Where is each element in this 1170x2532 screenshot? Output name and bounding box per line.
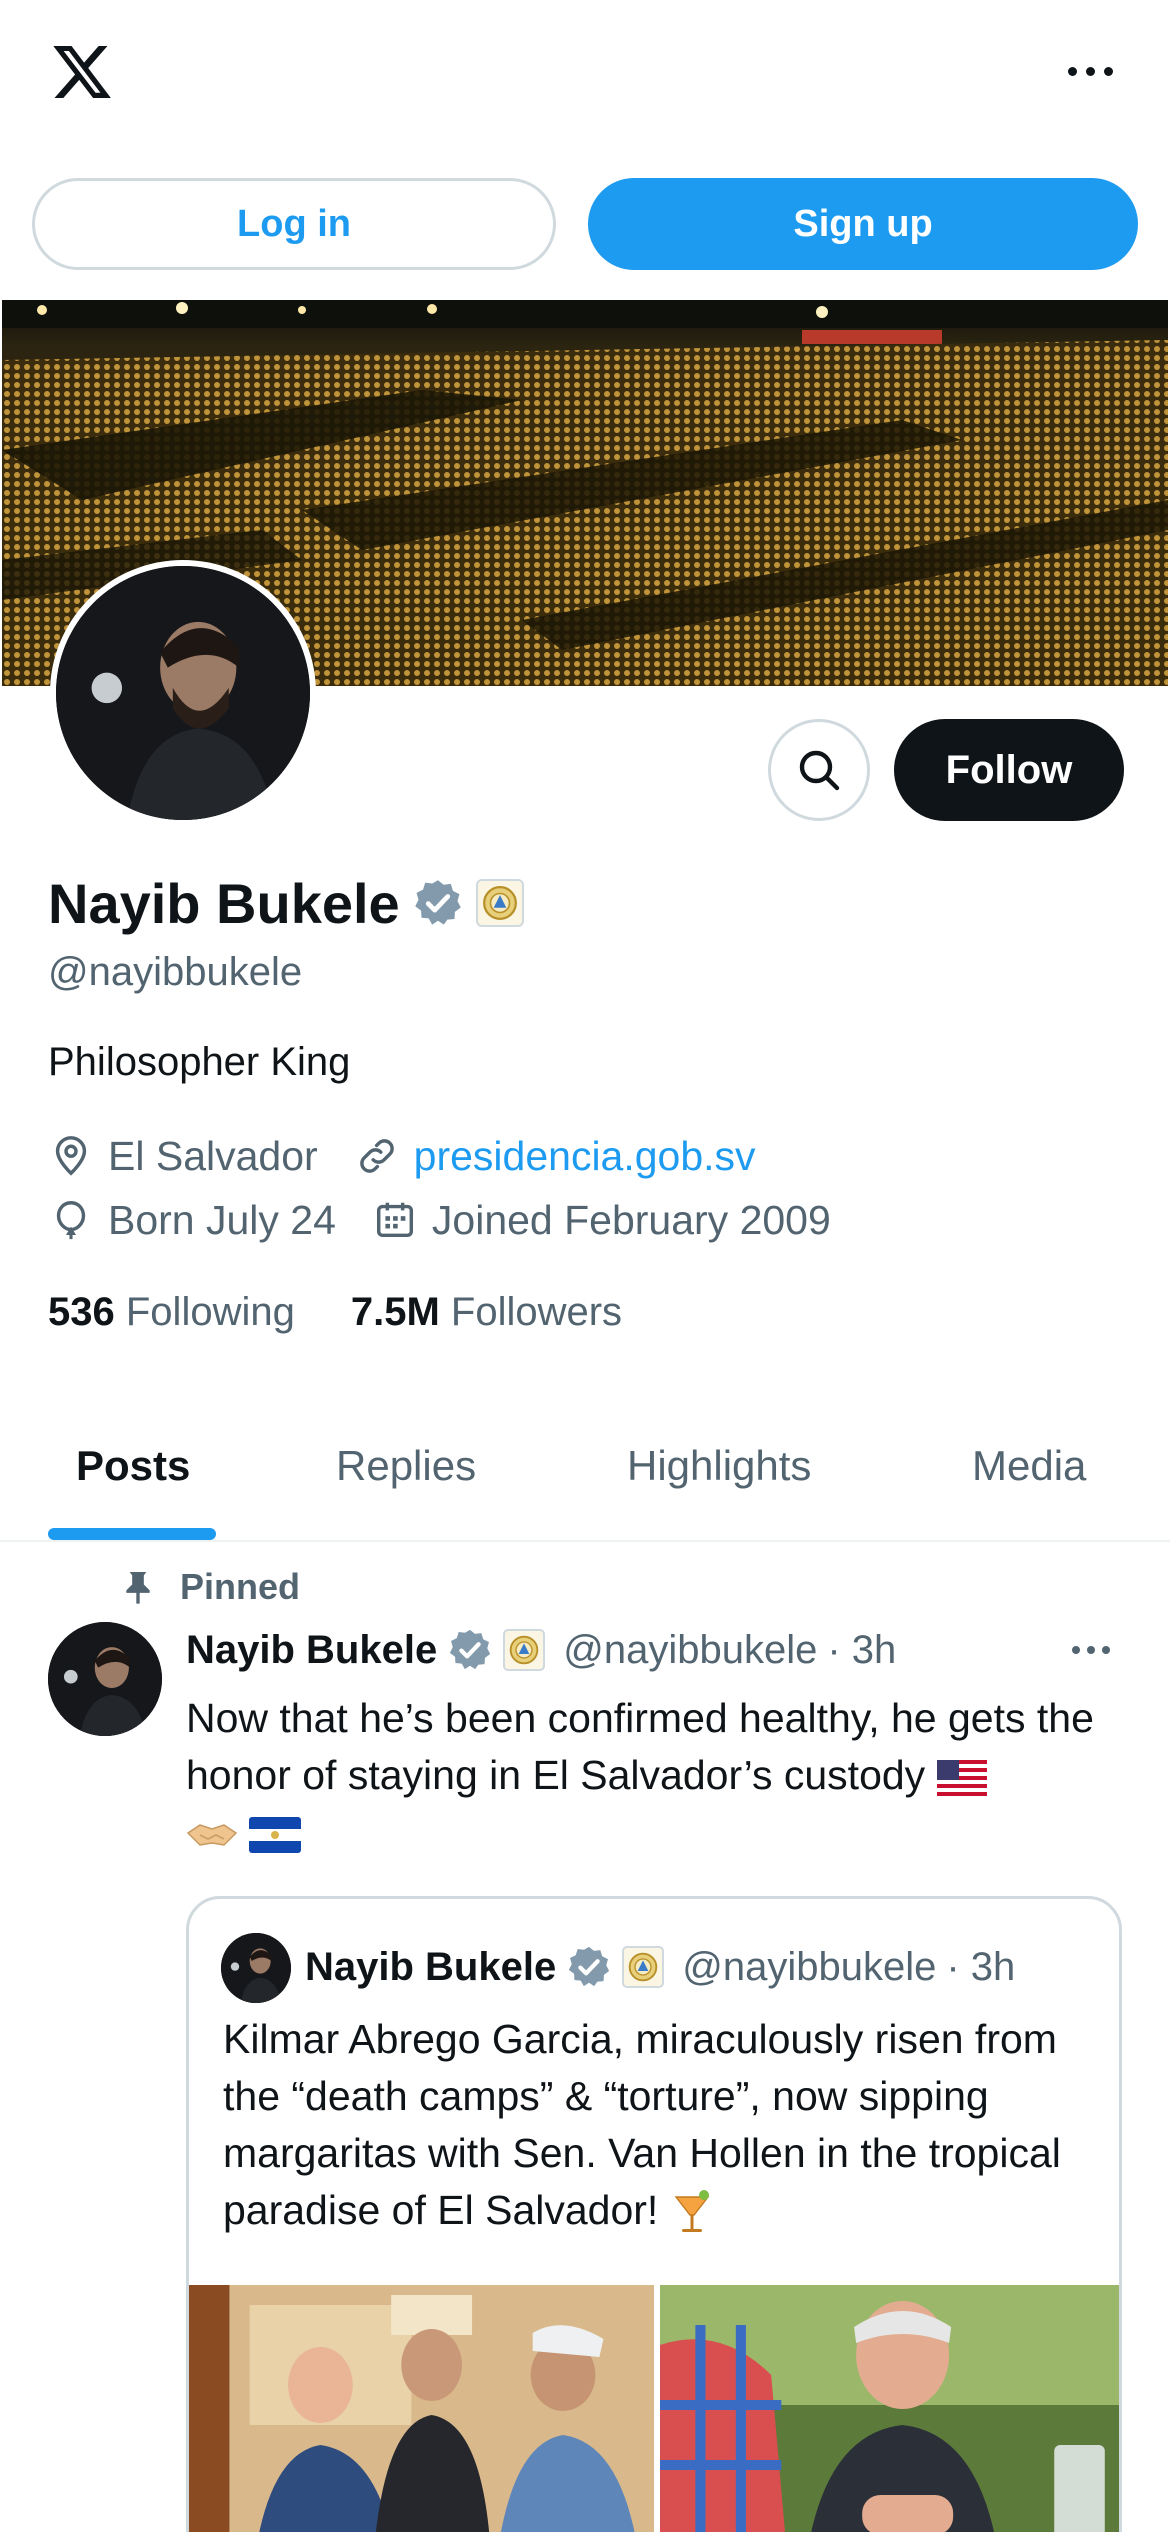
quoted-tweet[interactable]: Nayib Bukele @nayibbukele · 3h Kilmar Ab… bbox=[186, 1896, 1122, 2532]
profile-location: El Salvador bbox=[108, 1132, 318, 1179]
followers-label: Followers bbox=[450, 1290, 623, 1334]
profile-birthday: Born July 24 bbox=[108, 1196, 336, 1243]
media-photo-1[interactable] bbox=[189, 2285, 654, 2532]
tweet-more-icon[interactable] bbox=[1072, 1640, 1122, 1660]
profile-meta-row-1: El Salvador presidencia.gob.sv bbox=[48, 1128, 792, 1184]
followers-count: 7.5M bbox=[350, 1290, 440, 1334]
profile-bio: Philosopher King bbox=[48, 1040, 351, 1084]
government-affiliation-badge-icon[interactable] bbox=[503, 1629, 546, 1671]
handshake-icon bbox=[186, 1824, 238, 1846]
quoted-tweet-body: Kilmar Abrego Garcia, miraculously risen… bbox=[223, 2016, 1061, 2233]
quoted-tweet-text: Kilmar Abrego Garcia, miraculously risen… bbox=[223, 2011, 1083, 2239]
government-affiliation-badge-icon bbox=[622, 1946, 665, 1988]
sign-up-button[interactable]: Sign up bbox=[588, 178, 1138, 270]
following-count: 536 bbox=[48, 1290, 115, 1334]
location-icon bbox=[55, 1136, 87, 1176]
quoted-tweet-time: · 3h bbox=[946, 1944, 1016, 1989]
verified-badge-icon bbox=[569, 1946, 610, 1987]
pin-icon bbox=[126, 1572, 150, 1604]
us-flag-icon bbox=[936, 1760, 987, 1797]
quoted-author-handle: @nayibbukele bbox=[682, 1944, 937, 1989]
tab-posts[interactable]: Posts bbox=[76, 1442, 190, 1490]
verified-badge-icon[interactable] bbox=[412, 877, 464, 929]
quoted-tweet-header: Nayib Bukele @nayibbukele · 3h bbox=[305, 1937, 1015, 1997]
top-bar bbox=[0, 0, 1170, 150]
profile-handle: @nayibbukele bbox=[48, 950, 303, 994]
quoted-tweet-avatar bbox=[221, 1933, 291, 2003]
tweet-time[interactable]: · 3h bbox=[827, 1628, 896, 1673]
tweet-header: Nayib Bukele @nayibbukele · 3h bbox=[186, 1620, 896, 1680]
follow-button[interactable]: Follow bbox=[894, 719, 1124, 821]
x-logo-icon[interactable] bbox=[48, 40, 116, 104]
tweet-text: Now that he’s been confirmed healthy, he… bbox=[186, 1690, 1106, 1861]
log-in-button[interactable]: Log in bbox=[32, 178, 556, 270]
calendar-icon bbox=[376, 1202, 413, 1238]
tab-highlights[interactable]: Highlights bbox=[627, 1442, 811, 1490]
media-photo-2[interactable] bbox=[660, 2285, 1119, 2532]
quoted-tweet-media bbox=[189, 2285, 1119, 2532]
pinned-label: Pinned bbox=[180, 1566, 301, 1607]
link-icon bbox=[359, 1139, 394, 1173]
active-tab-indicator bbox=[48, 1528, 216, 1540]
balloon-icon bbox=[56, 1201, 86, 1240]
following-label: Following bbox=[125, 1290, 295, 1334]
tweet-avatar[interactable] bbox=[48, 1622, 162, 1736]
el-salvador-flag-icon bbox=[249, 1817, 302, 1854]
search-icon bbox=[799, 750, 840, 791]
tweet-author-name[interactable]: Nayib Bukele bbox=[186, 1628, 437, 1673]
verified-badge-icon[interactable] bbox=[447, 1627, 493, 1673]
tab-replies[interactable]: Replies bbox=[336, 1442, 476, 1490]
government-affiliation-badge-icon[interactable] bbox=[475, 879, 524, 927]
following-link[interactable]: 536 Following bbox=[48, 1290, 295, 1335]
profile-name: Nayib Bukele bbox=[48, 871, 400, 935]
quoted-author-name: Nayib Bukele bbox=[305, 1944, 557, 1989]
profile-meta-row-2: Born July 24 Joined February 2009 bbox=[48, 1192, 867, 1248]
profile-website-link[interactable]: presidencia.gob.sv bbox=[414, 1133, 756, 1180]
search-button[interactable] bbox=[768, 719, 870, 821]
profile-joined: Joined February 2009 bbox=[431, 1196, 831, 1243]
followers-link[interactable]: 7.5M Followers bbox=[351, 1290, 622, 1335]
pinned-indicator: Pinned bbox=[118, 1560, 300, 1614]
profile-avatar[interactable] bbox=[50, 560, 316, 826]
auth-buttons: Log in Sign up bbox=[32, 178, 1138, 270]
profile-name-row: Nayib Bukele bbox=[48, 868, 524, 938]
tweet-author-handle[interactable]: @nayibbukele bbox=[563, 1628, 817, 1673]
more-horizontal-icon[interactable] bbox=[1060, 56, 1120, 86]
tab-media[interactable]: Media bbox=[972, 1442, 1086, 1490]
profile-stats: 536 Following 7.5M Followers bbox=[48, 1290, 622, 1335]
profile-tabs: Posts Replies Highlights Media bbox=[0, 1400, 1170, 1542]
tropical-drink-icon bbox=[674, 2190, 710, 2233]
